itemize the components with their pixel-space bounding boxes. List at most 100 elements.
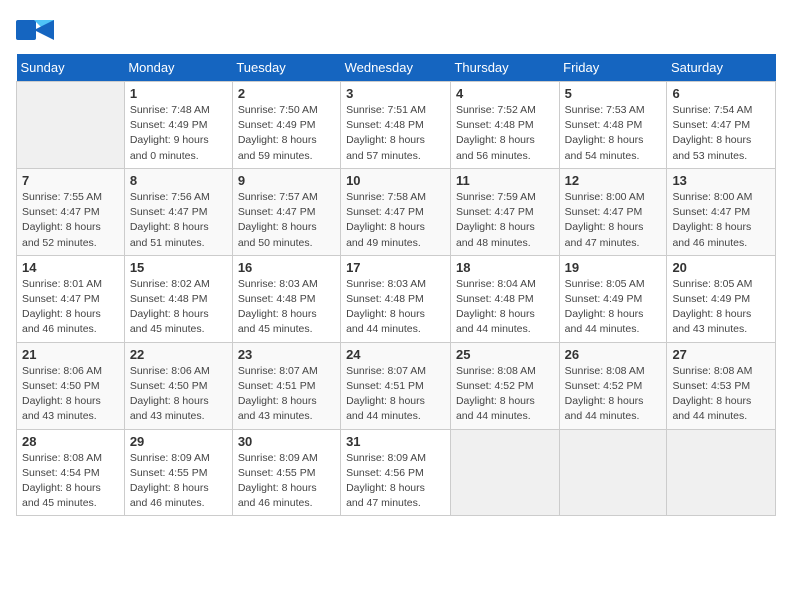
day-info: Sunrise: 8:09 AM Sunset: 4:55 PM Dayligh…	[238, 451, 335, 512]
calendar-day-header: Friday	[559, 54, 667, 82]
day-number: 12	[565, 173, 662, 188]
day-info: Sunrise: 8:08 AM Sunset: 4:53 PM Dayligh…	[672, 364, 770, 425]
day-info: Sunrise: 8:03 AM Sunset: 4:48 PM Dayligh…	[238, 277, 335, 338]
day-number: 3	[346, 86, 445, 101]
calendar-cell: 13 Sunrise: 8:00 AM Sunset: 4:47 PM Dayli…	[667, 168, 776, 255]
logo-icon	[16, 16, 54, 44]
logo	[16, 16, 58, 44]
calendar-cell: 22Sunrise: 8:06 AM Sunset: 4:50 PM Dayli…	[124, 342, 232, 429]
day-number: 15	[130, 260, 227, 275]
day-number: 13	[672, 173, 770, 188]
calendar-cell: 10 Sunrise: 7:58 AM Sunset: 4:47 PM Dayli…	[341, 168, 451, 255]
calendar-cell: 7 Sunrise: 7:55 AM Sunset: 4:47 PM Daylig…	[17, 168, 125, 255]
day-info: Sunrise: 8:00 AM Sunset: 4:47 PM Dayligh…	[565, 190, 662, 251]
calendar-cell: 31Sunrise: 8:09 AM Sunset: 4:56 PM Dayli…	[341, 429, 451, 516]
calendar-day-header: Sunday	[17, 54, 125, 82]
day-info: Sunrise: 7:48 AM Sunset: 4:49 PM Dayligh…	[130, 103, 227, 164]
day-info: Sunrise: 8:02 AM Sunset: 4:48 PM Dayligh…	[130, 277, 227, 338]
calendar-body: 1 Sunrise: 7:48 AM Sunset: 4:49 PM Daylig…	[17, 82, 776, 516]
calendar-cell: 30 Sunrise: 8:09 AM Sunset: 4:55 PM Dayli…	[232, 429, 340, 516]
calendar-cell: 21Sunrise: 8:06 AM Sunset: 4:50 PM Dayli…	[17, 342, 125, 429]
calendar-week-row: 21Sunrise: 8:06 AM Sunset: 4:50 PM Dayli…	[17, 342, 776, 429]
day-number: 6	[672, 86, 770, 101]
day-number: 30	[238, 434, 335, 449]
page-header	[16, 16, 776, 44]
day-info: Sunrise: 8:08 AM Sunset: 4:52 PM Dayligh…	[565, 364, 662, 425]
day-number: 20	[672, 260, 770, 275]
day-info: Sunrise: 7:54 AM Sunset: 4:47 PM Dayligh…	[672, 103, 770, 164]
day-number: 14	[22, 260, 119, 275]
calendar-header-row: SundayMondayTuesdayWednesdayThursdayFrid…	[17, 54, 776, 82]
calendar-day-header: Tuesday	[232, 54, 340, 82]
calendar-cell: 6 Sunrise: 7:54 AM Sunset: 4:47 PM Daylig…	[667, 82, 776, 169]
day-info: Sunrise: 7:56 AM Sunset: 4:47 PM Dayligh…	[130, 190, 227, 251]
day-number: 19	[565, 260, 662, 275]
day-info: Sunrise: 7:53 AM Sunset: 4:48 PM Dayligh…	[565, 103, 662, 164]
calendar-cell: 25 Sunrise: 8:08 AM Sunset: 4:52 PM Dayli…	[450, 342, 559, 429]
calendar-cell: 4Sunrise: 7:52 AM Sunset: 4:48 PM Daylig…	[450, 82, 559, 169]
day-info: Sunrise: 8:03 AM Sunset: 4:48 PM Dayligh…	[346, 277, 445, 338]
calendar-cell: 15 Sunrise: 8:02 AM Sunset: 4:48 PM Dayli…	[124, 255, 232, 342]
calendar-cell	[17, 82, 125, 169]
day-number: 11	[456, 173, 554, 188]
day-info: Sunrise: 8:06 AM Sunset: 4:50 PM Dayligh…	[22, 364, 119, 425]
calendar-cell: 16 Sunrise: 8:03 AM Sunset: 4:48 PM Dayli…	[232, 255, 340, 342]
day-number: 7	[22, 173, 119, 188]
calendar-cell: 3 Sunrise: 7:51 AM Sunset: 4:48 PM Daylig…	[341, 82, 451, 169]
day-number: 31	[346, 434, 445, 449]
calendar-week-row: 28 Sunrise: 8:08 AM Sunset: 4:54 PM Dayli…	[17, 429, 776, 516]
calendar-cell: 19Sunrise: 8:05 AM Sunset: 4:49 PM Dayli…	[559, 255, 667, 342]
day-info: Sunrise: 7:55 AM Sunset: 4:47 PM Dayligh…	[22, 190, 119, 251]
day-info: Sunrise: 8:05 AM Sunset: 4:49 PM Dayligh…	[672, 277, 770, 338]
day-number: 28	[22, 434, 119, 449]
day-info: Sunrise: 7:51 AM Sunset: 4:48 PM Dayligh…	[346, 103, 445, 164]
calendar-cell: 5 Sunrise: 7:53 AM Sunset: 4:48 PM Daylig…	[559, 82, 667, 169]
calendar-cell: 1 Sunrise: 7:48 AM Sunset: 4:49 PM Daylig…	[124, 82, 232, 169]
day-number: 2	[238, 86, 335, 101]
calendar-cell: 14 Sunrise: 8:01 AM Sunset: 4:47 PM Dayli…	[17, 255, 125, 342]
day-info: Sunrise: 8:00 AM Sunset: 4:47 PM Dayligh…	[672, 190, 770, 251]
calendar-cell: 17Sunrise: 8:03 AM Sunset: 4:48 PM Dayli…	[341, 255, 451, 342]
calendar-cell: 29 Sunrise: 8:09 AM Sunset: 4:55 PM Dayli…	[124, 429, 232, 516]
calendar-cell: 2 Sunrise: 7:50 AM Sunset: 4:49 PM Daylig…	[232, 82, 340, 169]
calendar-cell	[667, 429, 776, 516]
calendar-cell: 28 Sunrise: 8:08 AM Sunset: 4:54 PM Dayli…	[17, 429, 125, 516]
day-number: 18	[456, 260, 554, 275]
calendar-week-row: 14 Sunrise: 8:01 AM Sunset: 4:47 PM Dayli…	[17, 255, 776, 342]
calendar-cell: 11 Sunrise: 7:59 AM Sunset: 4:47 PM Dayli…	[450, 168, 559, 255]
day-number: 29	[130, 434, 227, 449]
calendar-cell: 26Sunrise: 8:08 AM Sunset: 4:52 PM Dayli…	[559, 342, 667, 429]
day-info: Sunrise: 8:06 AM Sunset: 4:50 PM Dayligh…	[130, 364, 227, 425]
day-info: Sunrise: 7:52 AM Sunset: 4:48 PM Dayligh…	[456, 103, 554, 164]
day-number: 23	[238, 347, 335, 362]
day-info: Sunrise: 7:59 AM Sunset: 4:47 PM Dayligh…	[456, 190, 554, 251]
calendar-cell: 27 Sunrise: 8:08 AM Sunset: 4:53 PM Dayli…	[667, 342, 776, 429]
day-info: Sunrise: 8:04 AM Sunset: 4:48 PM Dayligh…	[456, 277, 554, 338]
day-number: 24	[346, 347, 445, 362]
day-info: Sunrise: 7:57 AM Sunset: 4:47 PM Dayligh…	[238, 190, 335, 251]
day-info: Sunrise: 8:08 AM Sunset: 4:52 PM Dayligh…	[456, 364, 554, 425]
calendar-cell: 24Sunrise: 8:07 AM Sunset: 4:51 PM Dayli…	[341, 342, 451, 429]
day-info: Sunrise: 8:01 AM Sunset: 4:47 PM Dayligh…	[22, 277, 119, 338]
calendar-day-header: Thursday	[450, 54, 559, 82]
day-number: 25	[456, 347, 554, 362]
calendar-table: SundayMondayTuesdayWednesdayThursdayFrid…	[16, 54, 776, 516]
day-number: 16	[238, 260, 335, 275]
day-number: 5	[565, 86, 662, 101]
day-info: Sunrise: 7:58 AM Sunset: 4:47 PM Dayligh…	[346, 190, 445, 251]
day-number: 10	[346, 173, 445, 188]
day-number: 27	[672, 347, 770, 362]
calendar-day-header: Saturday	[667, 54, 776, 82]
day-info: Sunrise: 8:07 AM Sunset: 4:51 PM Dayligh…	[238, 364, 335, 425]
calendar-cell: 20 Sunrise: 8:05 AM Sunset: 4:49 PM Dayli…	[667, 255, 776, 342]
calendar-cell	[450, 429, 559, 516]
day-info: Sunrise: 7:50 AM Sunset: 4:49 PM Dayligh…	[238, 103, 335, 164]
day-info: Sunrise: 8:08 AM Sunset: 4:54 PM Dayligh…	[22, 451, 119, 512]
calendar-cell: 23 Sunrise: 8:07 AM Sunset: 4:51 PM Dayli…	[232, 342, 340, 429]
calendar-week-row: 7 Sunrise: 7:55 AM Sunset: 4:47 PM Daylig…	[17, 168, 776, 255]
day-number: 1	[130, 86, 227, 101]
day-info: Sunrise: 8:09 AM Sunset: 4:55 PM Dayligh…	[130, 451, 227, 512]
calendar-day-header: Monday	[124, 54, 232, 82]
calendar-week-row: 1 Sunrise: 7:48 AM Sunset: 4:49 PM Daylig…	[17, 82, 776, 169]
day-number: 9	[238, 173, 335, 188]
